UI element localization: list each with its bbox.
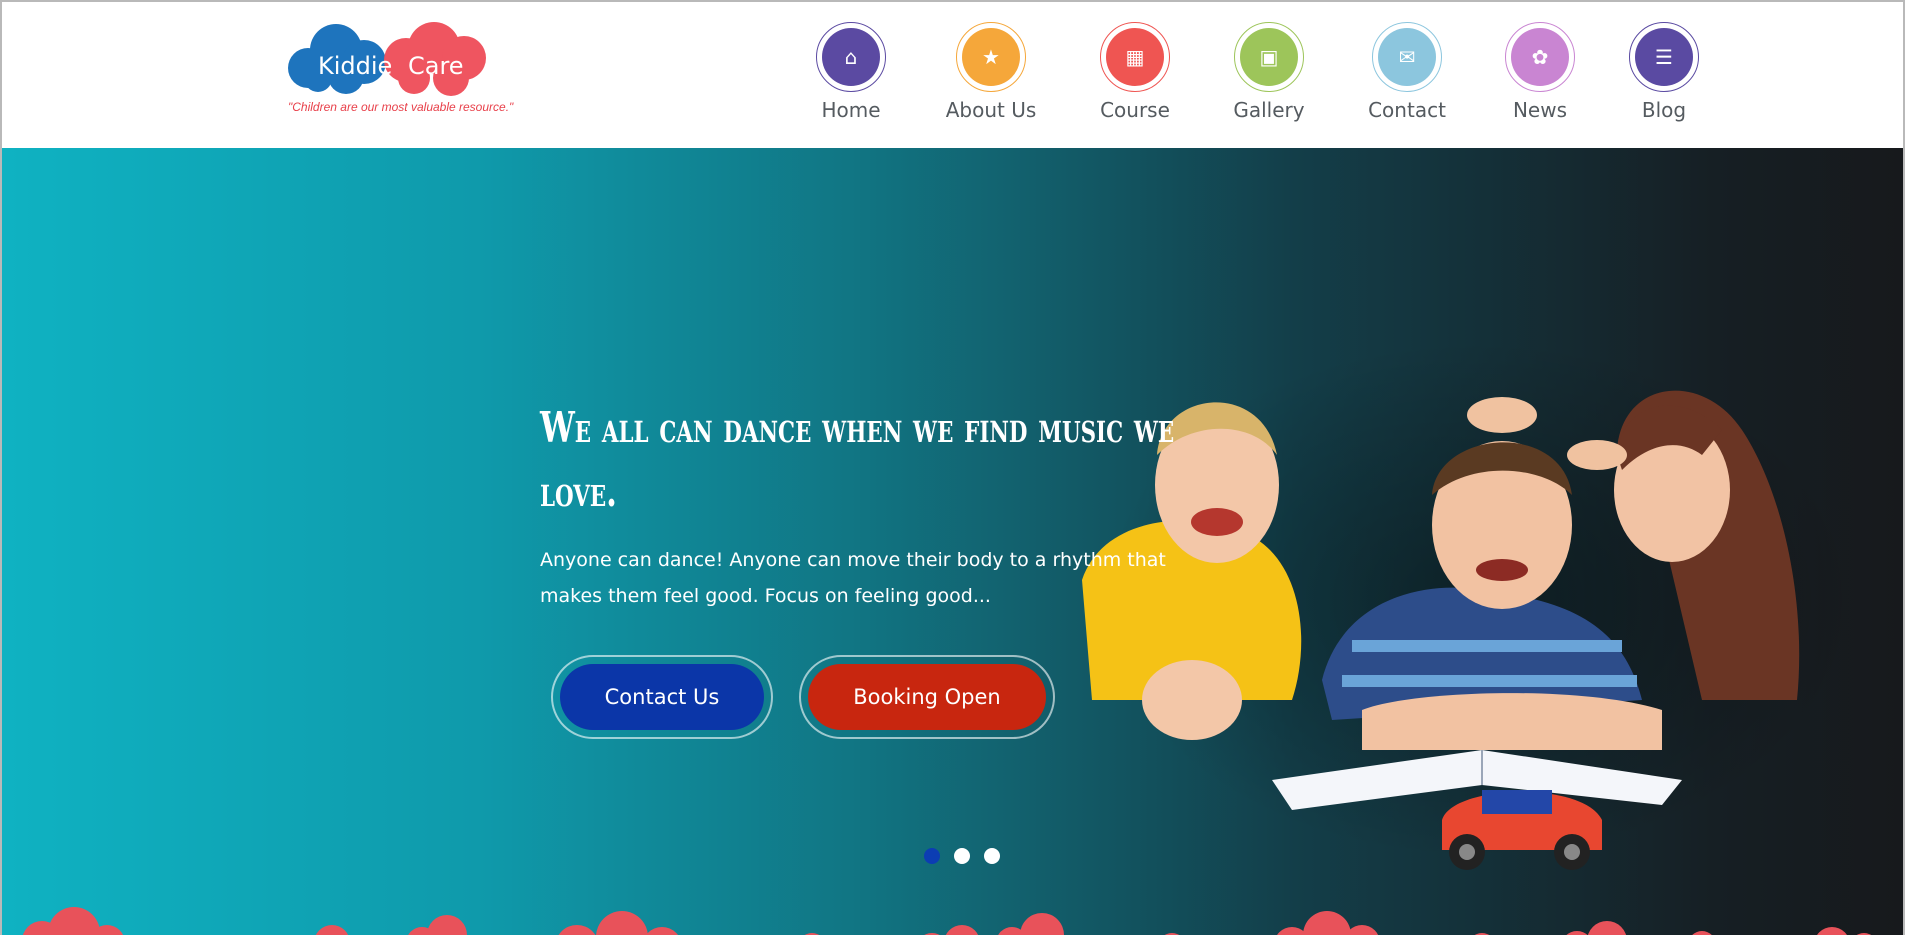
contact-us-button-wrapper: Contact Us <box>551 655 773 739</box>
nav-item-contact[interactable]: ✉ Contact <box>1352 22 1462 122</box>
nav-label-about-us: About Us <box>945 98 1037 122</box>
booking-open-button-wrapper: Booking Open <box>799 655 1055 739</box>
nav-label-gallery: Gallery <box>1233 98 1305 122</box>
image-icon: ▣ <box>1240 28 1298 86</box>
leaf-icon: ✿ <box>1511 28 1569 86</box>
hero-description: Anyone can dance! Anyone can move their … <box>540 549 1166 607</box>
cubes-icon: ▦ <box>1106 28 1164 86</box>
main-navigation: ⌂ Home ★ About Us ▦ Course ▣ Gallery ✉ C… <box>2 22 1903 132</box>
home-icon: ⌂ <box>822 28 880 86</box>
nav-item-home[interactable]: ⌂ Home <box>796 22 906 122</box>
nav-label-home: Home <box>821 98 881 122</box>
page-frame: Kiddie Care "Children are our most valua… <box>0 0 1905 935</box>
nav-label-blog: Blog <box>1641 98 1687 122</box>
nav-label-contact: Contact <box>1368 98 1446 122</box>
slider-dot-3[interactable] <box>984 848 1000 864</box>
decorative-clouds <box>22 907 1872 935</box>
slider-dots <box>924 848 1000 864</box>
contact-us-button[interactable]: Contact Us <box>560 664 764 730</box>
database-icon: ☰ <box>1635 28 1693 86</box>
envelope-icon: ✉ <box>1378 28 1436 86</box>
nav-item-gallery[interactable]: ▣ Gallery <box>1214 22 1324 122</box>
slider-dot-2[interactable] <box>954 848 970 864</box>
nav-item-about-us[interactable]: ★ About Us <box>936 22 1046 122</box>
nav-label-news: News <box>1512 98 1568 122</box>
nav-item-news[interactable]: ✿ News <box>1485 22 1595 122</box>
nav-item-blog[interactable]: ☰ Blog <box>1609 22 1719 122</box>
nav-item-course[interactable]: ▦ Course <box>1080 22 1190 122</box>
hero-slider: We all can dance when we find music we l… <box>2 148 1903 935</box>
booking-open-button[interactable]: Booking Open <box>808 664 1046 730</box>
hero-title: We all can dance when we find music we l… <box>540 403 1175 516</box>
star-icon: ★ <box>962 28 1020 86</box>
nav-label-course: Course <box>1100 98 1170 122</box>
site-header: Kiddie Care "Children are our most valua… <box>2 2 1903 148</box>
slider-dot-1[interactable] <box>924 848 940 864</box>
